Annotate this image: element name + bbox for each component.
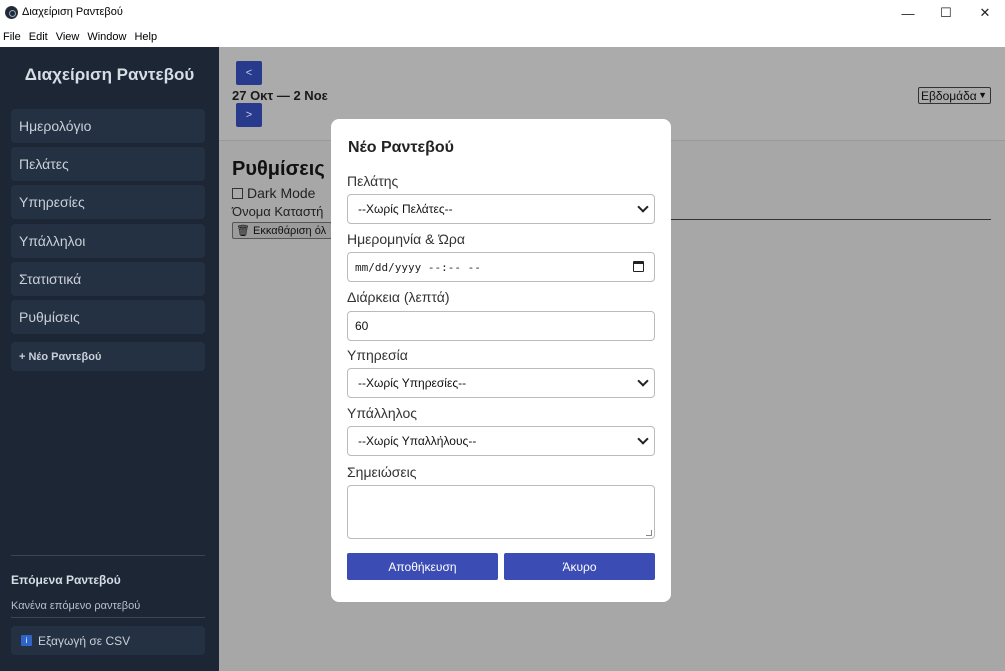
minimize-button[interactable]: —: [889, 0, 927, 26]
employee-select-value: --Χωρίς Υπαλλήλους--: [358, 434, 477, 448]
store-name-input[interactable]: [671, 219, 991, 220]
new-appointment-modal: Νέο Ραντεβού Πελάτης --Χωρίς Πελάτες-- Η…: [331, 119, 671, 602]
clear-all-button[interactable]: 🗑 Εκκαθάριση όλ: [232, 222, 332, 239]
info-icon: i: [21, 635, 32, 646]
sidebar-item-employees[interactable]: Υπάλληλοι: [11, 224, 205, 258]
duration-value: 60: [355, 319, 369, 333]
calendar-icon[interactable]: [633, 261, 644, 272]
export-csv-button[interactable]: i Εξαγωγή σε CSV: [11, 626, 205, 655]
date-range-label: 27 Οκτ — 2 Νοε: [232, 88, 328, 103]
app-icon: [5, 6, 18, 19]
view-select[interactable]: Εβδομάδα ▼: [918, 87, 991, 104]
client-select-value: --Χωρίς Πελάτες--: [358, 202, 453, 216]
sidebar: Διαχείριση Ραντεβού Ημερολόγιο Πελάτες Υ…: [0, 47, 219, 671]
menu-view[interactable]: View: [52, 31, 84, 43]
close-button[interactable]: ✕: [966, 0, 1004, 26]
upcoming-title: Επόμενα Ραντεβού: [11, 573, 121, 587]
chevron-down-icon: [637, 433, 649, 445]
sidebar-item-clients[interactable]: Πελάτες: [11, 147, 205, 181]
settings-title: Ρυθμίσεις: [232, 158, 325, 180]
menu-window[interactable]: Window: [83, 31, 130, 43]
sidebar-title: Διαχείριση Ραντεβού: [24, 65, 195, 84]
prev-week-button[interactable]: <: [236, 61, 262, 85]
next-week-button[interactable]: >: [236, 103, 262, 127]
view-select-value: Εβδομάδα: [921, 88, 977, 103]
notes-label: Σημειώσεις: [347, 464, 417, 480]
title-bar: Διαχείριση Ραντεβού — ☐ ✕: [0, 0, 1005, 26]
notes-textarea[interactable]: [347, 485, 655, 539]
service-select-value: --Χωρίς Υπηρεσίες--: [358, 376, 467, 390]
duration-label: Διάρκεια (λεπτά): [347, 289, 450, 305]
menu-help[interactable]: Help: [130, 31, 161, 43]
datetime-input[interactable]: mm/dd/yyyy --:-- --: [347, 252, 655, 282]
employee-label: Υπάλληλος: [347, 405, 417, 421]
service-label: Υπηρεσία: [347, 347, 408, 363]
datetime-placeholder: mm/dd/yyyy --:-- --: [355, 260, 481, 274]
resize-grip-icon[interactable]: [646, 530, 652, 536]
new-appointment-button[interactable]: + Νέο Ραντεβού: [11, 342, 205, 371]
save-button[interactable]: Αποθήκευση: [347, 553, 498, 580]
employee-select[interactable]: --Χωρίς Υπαλλήλους--: [347, 426, 655, 456]
dark-mode-toggle[interactable]: Dark Mode: [232, 185, 315, 201]
window-title: Διαχείριση Ραντεβού: [22, 6, 123, 18]
cancel-button[interactable]: Άκυρο: [504, 553, 655, 580]
service-select[interactable]: --Χωρίς Υπηρεσίες--: [347, 368, 655, 398]
datetime-label: Ημερομηνία & Ώρα: [347, 231, 465, 247]
sidebar-divider: [11, 555, 205, 556]
chevron-down-icon: [637, 375, 649, 387]
maximize-button[interactable]: ☐: [927, 0, 965, 26]
sidebar-item-statistics[interactable]: Στατιστικά: [11, 262, 205, 296]
chevron-down-icon: [637, 201, 649, 213]
client-select[interactable]: --Χωρίς Πελάτες--: [347, 194, 655, 224]
modal-title: Νέο Ραντεβού: [348, 139, 454, 156]
menu-file[interactable]: File: [0, 31, 25, 43]
upcoming-empty-text: Κανένα επόμενο ραντεβού: [11, 600, 141, 612]
menu-bar: File Edit View Window Help: [0, 26, 1005, 47]
client-label: Πελάτης: [347, 173, 399, 189]
sidebar-item-calendar[interactable]: Ημερολόγιο: [11, 109, 205, 143]
dark-mode-checkbox[interactable]: [232, 187, 243, 199]
sidebar-item-settings[interactable]: Ρυθμίσεις: [11, 300, 205, 334]
store-name-label: Όνομα Καταστή: [232, 204, 324, 219]
menu-edit[interactable]: Edit: [25, 31, 52, 43]
chevron-down-icon: ▼: [978, 90, 987, 100]
sidebar-divider: [11, 617, 205, 618]
sidebar-item-services[interactable]: Υπηρεσίες: [11, 185, 205, 219]
dark-mode-label: Dark Mode: [247, 185, 316, 201]
duration-input[interactable]: 60: [347, 311, 655, 341]
export-csv-label: Εξαγωγή σε CSV: [38, 633, 131, 648]
